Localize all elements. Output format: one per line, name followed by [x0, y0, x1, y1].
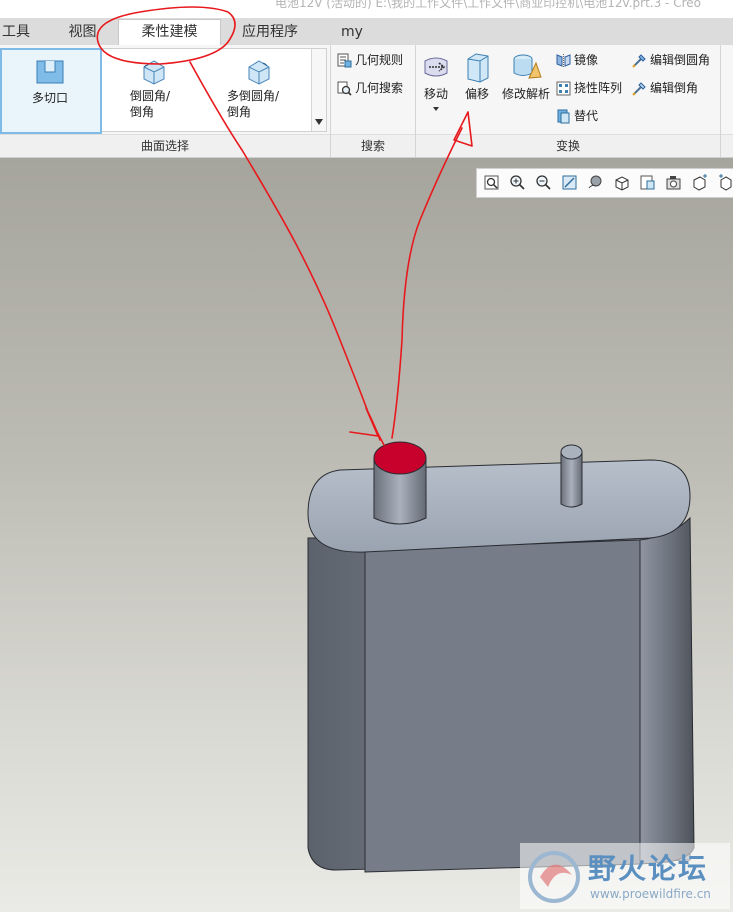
mirror-label: 镜像 — [574, 53, 599, 67]
mirror-icon — [556, 54, 571, 67]
gallery-scrollbar[interactable] — [311, 49, 326, 131]
ribbon: 多切口 倒圆角/ 倒角 多倒圆角/ 倒角 曲面选择 几何规则 几何搜索 搜索 移… — [0, 45, 733, 158]
multi-cut-button[interactable]: 多切口 — [11, 57, 89, 106]
zoom-in-icon[interactable] — [509, 174, 526, 191]
transform-group-label: 变换 — [416, 134, 720, 157]
replace-button[interactable]: 替代 — [556, 106, 598, 126]
round-chamfer-icon — [143, 60, 165, 85]
battery-right-face — [639, 516, 695, 865]
geometry-rules-icon — [337, 53, 352, 68]
mirror-button[interactable]: 镜像 — [556, 50, 598, 70]
terminal-post-small-top — [560, 444, 583, 460]
geometry-rules-button[interactable]: 几何规则 — [337, 50, 403, 70]
model-viewport[interactable] — [0, 158, 733, 912]
tab-view[interactable]: 视图 — [50, 20, 115, 45]
move-button[interactable]: 移动 — [418, 51, 454, 116]
multi-round-chamfer-label: 多倒圆角/ 倒角 — [227, 89, 280, 119]
ribbon-next-group-label — [721, 134, 733, 157]
edit-round-icon — [632, 54, 646, 68]
datum-display-icon[interactable] — [691, 174, 708, 191]
geometry-search-icon — [337, 81, 352, 96]
spin-center-icon[interactable] — [717, 174, 733, 191]
multi-cut-label: 多切口 — [31, 91, 68, 105]
flex-pattern-icon — [556, 81, 571, 96]
search-group: 几何规则 几何搜索 搜索 — [331, 45, 416, 157]
flex-pattern-label: 挠性阵列 — [574, 81, 623, 95]
forum-watermark: 野火论坛 www.proewildfire.cn — [520, 843, 730, 909]
search-group-label: 搜索 — [331, 134, 415, 157]
window-title: 电池12V (活动的) E:\我的工作文件\工作文件\商业印控机\电池12v.p… — [275, 0, 701, 10]
battery-front-face — [364, 539, 641, 873]
round-chamfer-button[interactable]: 倒圆角/ 倒角 — [113, 57, 193, 120]
repaint-icon[interactable] — [561, 174, 578, 191]
edit-chamfer-button[interactable]: 编辑倒角 — [632, 78, 698, 98]
saved-orientations-icon[interactable] — [613, 174, 630, 191]
battery-top-face — [307, 459, 691, 553]
replace-label: 替代 — [574, 109, 599, 123]
replace-icon — [557, 109, 570, 124]
zoom-out-icon[interactable] — [535, 174, 552, 191]
shading-icon[interactable] — [587, 174, 604, 191]
multi-round-chamfer-button[interactable]: 多倒圆角/ 倒角 — [211, 57, 305, 120]
round-chamfer-label: 倒圆角/ 倒角 — [130, 89, 171, 119]
move-dropdown-icon[interactable] — [431, 105, 441, 113]
perspective-icon[interactable] — [665, 174, 682, 191]
battery-model — [307, 441, 695, 873]
flex-pattern-button[interactable]: 挠性阵列 — [556, 78, 622, 98]
modify-analytic-icon — [513, 54, 542, 79]
multi-round-chamfer-icon — [248, 60, 270, 85]
surface-gallery: 多切口 倒圆角/ 倒角 多倒圆角/ 倒角 — [0, 48, 327, 134]
modify-analytic-button[interactable]: 修改解析 — [498, 51, 554, 102]
surface-selection-group-label: 曲面选择 — [0, 134, 330, 157]
offset-button[interactable]: 偏移 — [458, 51, 496, 102]
geometry-search-label: 几何搜索 — [355, 81, 404, 95]
tab-tools[interactable]: 工具 — [0, 20, 38, 45]
terminal-post-small — [560, 451, 583, 508]
title-bar: 电池12V (活动的) E:\我的工作文件\工作文件\商业印控机\电池12v.p… — [0, 0, 733, 18]
edit-chamfer-icon — [632, 82, 646, 96]
tab-applications[interactable]: 应用程序 — [224, 20, 316, 45]
tab-my[interactable]: my — [322, 20, 382, 45]
move-label: 移动 — [423, 87, 448, 101]
gallery-more-icon — [315, 119, 323, 125]
tab-flexible-modeling[interactable]: 柔性建模 — [118, 19, 221, 47]
offset-label: 偏移 — [464, 87, 489, 101]
view-toolbar — [476, 168, 733, 198]
geometry-rules-label: 几何规则 — [355, 53, 404, 67]
view-manager-icon[interactable] — [639, 174, 656, 191]
geometry-search-button[interactable]: 几何搜索 — [337, 78, 403, 98]
ribbon-next-group-edge — [721, 45, 733, 157]
edit-round-button[interactable]: 编辑倒圆角 — [632, 50, 710, 70]
multi-cut-icon — [36, 60, 64, 84]
edit-round-label: 编辑倒圆角 — [650, 53, 711, 67]
move-icon — [424, 57, 448, 77]
transform-group: 移动 偏移 修改解析 镜像 挠性阵列 替代 编辑倒圆角 编辑倒角 变换 — [416, 45, 721, 157]
edit-chamfer-label: 编辑倒角 — [650, 81, 699, 95]
watermark-text: 野火论坛 — [588, 852, 709, 885]
selected-top-face[interactable] — [373, 441, 427, 475]
offset-icon — [467, 53, 489, 83]
watermark-url: www.proewildfire.cn — [590, 887, 711, 901]
refit-icon[interactable] — [483, 174, 500, 191]
ribbon-tab-bar: 工具 视图 柔性建模 应用程序 my — [0, 18, 733, 47]
surface-selection-group: 多切口 倒圆角/ 倒角 多倒圆角/ 倒角 曲面选择 — [0, 45, 331, 157]
forum-logo-icon — [528, 851, 580, 903]
modify-analytic-label: 修改解析 — [501, 87, 550, 101]
